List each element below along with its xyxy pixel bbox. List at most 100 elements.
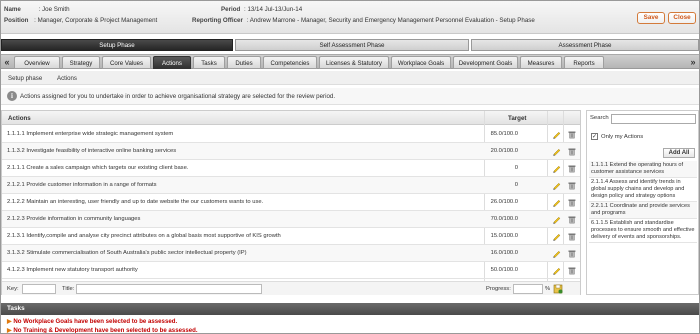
only-my-actions-checkbox[interactable]: ✓: [591, 133, 598, 140]
progress-input[interactable]: [513, 284, 543, 294]
period-value: : 13/14 Jul-13/Jun-14: [244, 6, 303, 13]
tab-measures[interactable]: Measures: [520, 56, 562, 69]
phase-assessment[interactable]: Assessment Phase: [471, 39, 699, 51]
delete-trash-icon[interactable]: [568, 130, 576, 139]
key-input[interactable]: [22, 284, 56, 294]
table-row[interactable]: 1.1.3.2 Investigate feasibility of inter…: [2, 143, 580, 160]
table-row[interactable]: 2.1.1.1 Create a sales campaign which ta…: [2, 160, 580, 177]
position-value: : Manager, Corporate & Project Managemen…: [34, 17, 158, 24]
delete-trash-icon[interactable]: [568, 249, 576, 258]
target-value: 70.0/100.0: [490, 216, 518, 222]
column-target-header: Target: [508, 115, 527, 122]
delete-trash-icon[interactable]: [568, 215, 576, 224]
edit-pencil-icon[interactable]: [552, 164, 561, 173]
edit-pencil-icon[interactable]: [552, 215, 561, 224]
table-footer: Key: Title: Progress: %: [2, 281, 580, 295]
actions-table: Actions Target 1.1.1.1 Implement enterpr…: [1, 110, 581, 295]
app-window: Name : Joe Smith Position : Manager, Cor…: [0, 0, 700, 334]
breadcrumb-setup-phase[interactable]: Setup phase: [8, 75, 42, 82]
delete-trash-icon[interactable]: [568, 164, 576, 173]
tab-reports[interactable]: Reports: [564, 56, 604, 69]
action-text: 1.1.3.2 Investigate feasibility of inter…: [7, 148, 177, 154]
info-banner: i Actions assigned for you to undertake …: [1, 88, 699, 105]
table-row[interactable]: 2.1.3.1 Identify,compile and analyse cit…: [2, 228, 580, 245]
delete-trash-icon[interactable]: [568, 232, 576, 241]
phase-bar: Setup Phase Self Assessment Phase Assess…: [1, 39, 699, 51]
available-action-item[interactable]: 1.1.1.1 Extend the operating hours of cu…: [589, 161, 697, 178]
available-action-item[interactable]: 6.1.1.5 Establish and standardise proces…: [589, 219, 697, 243]
task-message-text: No Workplace Goals have been selected to…: [13, 318, 178, 325]
edit-pencil-icon[interactable]: [552, 266, 561, 275]
save-button[interactable]: Save: [637, 12, 665, 24]
table-row[interactable]: 2.1.2.2 Maintain an interesting, user fr…: [2, 194, 580, 211]
position-label: Position: [4, 17, 29, 24]
action-text: 2.1.1.1 Create a sales campaign which ta…: [7, 165, 189, 171]
tab-actions[interactable]: Actions: [153, 56, 191, 69]
progress-label: Progress:: [486, 286, 511, 292]
close-button[interactable]: Close: [668, 12, 696, 24]
edit-pencil-icon[interactable]: [552, 147, 561, 156]
action-text: 3.1.3.2 Stimulate commercialisation of S…: [7, 250, 247, 256]
triangle-right-icon: ▶: [7, 319, 12, 325]
edit-pencil-icon[interactable]: [552, 232, 561, 241]
delete-trash-icon[interactable]: [568, 181, 576, 190]
breadcrumb: Setup phase Actions: [1, 71, 699, 85]
tab-core-values[interactable]: Core Values: [102, 56, 151, 69]
action-text: 2.1.2.1 Provide customer information in …: [7, 182, 157, 188]
table-row[interactable]: 2.1.2.1 Provide customer information in …: [2, 177, 580, 194]
tab-competencies[interactable]: Competencies: [263, 56, 317, 69]
target-value: 0: [514, 165, 518, 171]
tab-overview[interactable]: Overview: [14, 56, 60, 69]
tasks-section-header: Tasks: [1, 303, 699, 315]
available-actions-list: 1.1.1.1 Extend the operating hours of cu…: [587, 161, 698, 243]
action-text: 2.1.3.1 Identify,compile and analyse cit…: [7, 233, 281, 239]
key-label: Key:: [7, 286, 19, 292]
tab-strategy[interactable]: Strategy: [62, 56, 100, 69]
tabs-scroll-left-icon[interactable]: «: [3, 57, 11, 68]
officer-line: Reporting Officer : Andrew Marrone - Man…: [192, 17, 535, 24]
search-input[interactable]: [611, 114, 696, 124]
tabs-scroll-right-icon[interactable]: »: [689, 57, 697, 68]
available-action-item[interactable]: 2.1.1.4 Assess and identify trends in gl…: [589, 178, 697, 202]
target-value: 50.0/100.0: [490, 267, 518, 273]
available-actions-panel: Search ✓ Only my Actions Add All 1.1.1.1…: [586, 110, 699, 295]
table-row[interactable]: 4.1.2.3 Implement new statutory transpor…: [2, 262, 580, 279]
target-value: 20.0/100.0: [490, 148, 518, 154]
phase-setup[interactable]: Setup Phase: [1, 39, 233, 51]
phase-self-assessment[interactable]: Self Assessment Phase: [235, 39, 469, 51]
target-value: 16.0/100.0: [490, 250, 518, 256]
name-value: : Joe Smith: [38, 6, 70, 13]
tab-licenses-statutory[interactable]: Licenses & Statutory: [319, 56, 389, 69]
action-text: 1.1.1.1 Implement enterprise wide strate…: [7, 131, 174, 137]
task-message: ▶ No Workplace Goals have been selected …: [7, 318, 177, 325]
target-value: 26.0/100.0: [490, 199, 518, 205]
triangle-right-icon: ▶: [7, 328, 12, 334]
title-input[interactable]: [76, 284, 262, 294]
tab-duties[interactable]: Duties: [227, 56, 261, 69]
task-message-text: No Training & Development have been sele…: [13, 327, 198, 334]
target-value: 85.0/100.0: [490, 131, 518, 137]
tab-workplace-goals[interactable]: Workplace Goals: [391, 56, 451, 69]
delete-trash-icon[interactable]: [568, 198, 576, 207]
table-header: Actions Target: [2, 111, 580, 125]
info-icon: i: [7, 91, 17, 101]
tab-development-goals[interactable]: Development Goals: [453, 56, 518, 69]
edit-pencil-icon[interactable]: [552, 249, 561, 258]
task-message: ▶ No Training & Development have been se…: [7, 327, 198, 334]
officer-label: Reporting Officer: [192, 17, 243, 24]
table-row[interactable]: 3.1.3.2 Stimulate commercialisation of S…: [2, 245, 580, 262]
save-row-icon[interactable]: [553, 284, 563, 294]
info-text: Actions assigned for you to undertake in…: [20, 93, 336, 100]
add-all-button[interactable]: Add All: [663, 148, 695, 158]
edit-pencil-icon[interactable]: [552, 130, 561, 139]
edit-pencil-icon[interactable]: [552, 181, 561, 190]
available-action-item[interactable]: 2.2.1.1 Coordinate and provide services …: [589, 202, 697, 219]
edit-pencil-icon[interactable]: [552, 198, 561, 207]
tab-tasks[interactable]: Tasks: [193, 56, 225, 69]
title-label: Title:: [62, 286, 75, 292]
table-row[interactable]: 1.1.1.1 Implement enterprise wide strate…: [2, 126, 580, 143]
table-row[interactable]: 2.1.2.3 Provide information in community…: [2, 211, 580, 228]
target-value: 0: [514, 182, 518, 188]
delete-trash-icon[interactable]: [568, 266, 576, 275]
delete-trash-icon[interactable]: [568, 147, 576, 156]
